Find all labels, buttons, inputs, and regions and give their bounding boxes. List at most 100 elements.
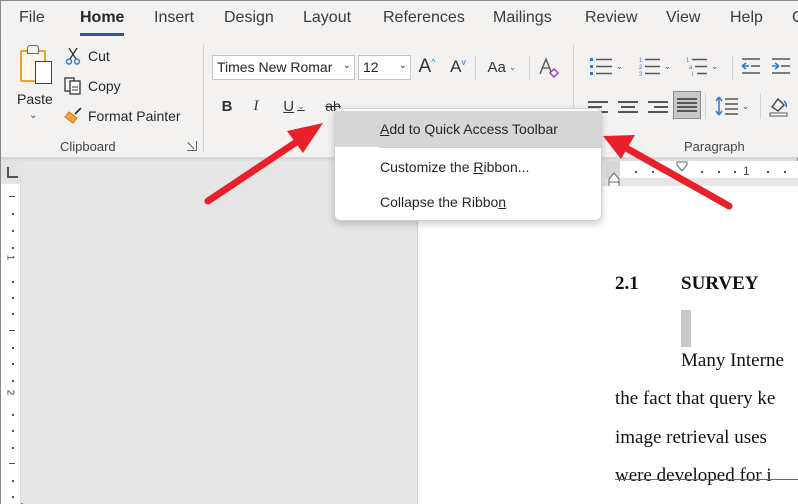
separator <box>475 56 476 80</box>
multilevel-list-icon: 1ai <box>686 58 707 76</box>
cut-button[interactable]: Cut <box>63 47 110 65</box>
body-line: Many Interne <box>681 350 784 371</box>
chevron-down-icon: ⌄ <box>710 60 719 71</box>
ruler-tick <box>12 297 14 299</box>
ruler-tick <box>635 171 637 173</box>
font-size-combobox[interactable]: 12 ⌄ <box>358 55 411 80</box>
grow-font-button[interactable]: A ^ <box>415 55 439 79</box>
font-name-value: Times New Romar <box>217 59 333 75</box>
first-line-indent-marker-icon[interactable] <box>676 161 688 173</box>
ruler-tick <box>12 447 14 449</box>
justify-icon <box>677 98 697 112</box>
ruler-tick <box>12 480 14 482</box>
ruler-tick <box>12 247 14 249</box>
tab-insert[interactable]: Insert <box>154 9 194 27</box>
bold-button[interactable]: B <box>217 95 237 117</box>
svg-text:i: i <box>692 72 693 76</box>
numbering-button[interactable]: 1 2 3 ⌄ <box>634 54 676 78</box>
shrink-font-icon: A <box>450 57 462 76</box>
multilevel-list-button[interactable]: 1 a i ⌄ <box>681 54 723 78</box>
shading-button[interactable] <box>766 93 792 119</box>
tab-more[interactable]: C <box>792 9 798 27</box>
ruler-number: 1 <box>4 254 16 261</box>
paste-button[interactable]: Paste ⌄ <box>11 42 59 130</box>
align-right-icon <box>648 101 668 113</box>
menu-item-customize-the-ribbon[interactable]: Customize the Ribbon... <box>335 149 601 185</box>
svg-text:1: 1 <box>639 58 643 64</box>
font-name-combobox[interactable]: Times New Romar ⌄ <box>212 55 355 80</box>
tab-view[interactable]: View <box>666 9 700 27</box>
change-case-icon: Aa <box>487 58 506 76</box>
shading-icon <box>769 97 788 117</box>
numbering-icon: 123 <box>639 58 660 76</box>
menu-item-label: Customize the <box>380 159 474 175</box>
ruler-tick <box>12 347 14 349</box>
clear-formatting-button[interactable] <box>536 54 560 80</box>
clipboard-dialog-launcher-icon[interactable] <box>187 141 197 151</box>
tab-help[interactable]: Help <box>730 9 763 27</box>
ruler-number: 1 <box>743 164 750 178</box>
justify-button[interactable] <box>673 91 701 119</box>
chevron-down-icon: ⌄ <box>663 60 672 71</box>
chevron-down-icon: ⌄ <box>741 100 750 111</box>
decrease-indent-icon <box>741 58 760 74</box>
menu-item-label: ibbon... <box>483 159 530 175</box>
body-line: image retrieval uses <box>615 427 767 448</box>
ribbon-context-menu: Add to Quick Access Toolbar Customize th… <box>334 108 602 221</box>
clipboard-group-label: Clipboard <box>60 139 116 154</box>
menu-item-add-to-quick-access-toolbar[interactable]: Add to Quick Access Toolbar <box>335 111 601 147</box>
underline-button[interactable]: U ⌄ <box>276 95 312 117</box>
tab-references[interactable]: References <box>383 9 465 27</box>
tab-layout[interactable]: Layout <box>303 9 351 27</box>
tab-home[interactable]: Home <box>80 9 125 36</box>
paragraph-group-label: Paragraph <box>684 139 745 154</box>
line-spacing-button[interactable]: ⌄ <box>711 93 753 119</box>
ruler-tick <box>12 281 14 283</box>
scissors-icon <box>63 47 83 65</box>
tab-selector-button[interactable] <box>1 161 23 183</box>
bullets-button[interactable]: ⌄ <box>585 54 627 78</box>
italic-button[interactable]: I <box>246 95 266 117</box>
clear-formatting-icon <box>539 57 559 78</box>
copy-icon <box>63 77 83 95</box>
grow-font-icon: A <box>418 56 432 77</box>
ruler-tick <box>718 171 720 173</box>
menu-item-collapse-the-ribbon[interactable]: Collapse the Ribbon <box>335 184 601 220</box>
separator <box>732 56 733 80</box>
underline-icon: U <box>283 97 295 115</box>
align-right-button[interactable] <box>645 94 671 120</box>
change-case-button[interactable]: Aa ⌄ <box>482 55 522 79</box>
vertical-ruler: 1 2 <box>1 184 21 504</box>
ruler-tick <box>701 171 703 173</box>
svg-text:1: 1 <box>686 58 690 64</box>
tab-file[interactable]: File <box>19 9 45 27</box>
tab-review[interactable]: Review <box>585 9 637 27</box>
document-page[interactable]: 2.1 SURVEY Many Interne the fact that qu… <box>417 186 798 504</box>
increase-indent-button[interactable] <box>769 54 793 78</box>
paste-doc-icon <box>35 61 52 84</box>
chevron-down-icon: ⌄ <box>398 60 407 71</box>
svg-text:a: a <box>689 65 693 71</box>
ruler-tick <box>734 171 736 173</box>
format-painter-icon <box>63 107 83 125</box>
tab-design[interactable]: Design <box>224 9 274 27</box>
svg-text:2: 2 <box>639 65 643 71</box>
copy-label: Copy <box>88 78 121 94</box>
ruler-number: 2 <box>4 389 16 396</box>
font-size-value: 12 <box>363 59 379 75</box>
heading-title: SURVEY <box>681 273 759 294</box>
format-painter-button[interactable]: Format Painter <box>63 107 181 125</box>
selection-highlight <box>681 310 691 347</box>
paste-label: Paste <box>17 91 53 107</box>
shrink-font-button[interactable]: Av <box>446 55 470 79</box>
ruler-tick <box>12 213 14 215</box>
menu-item-accelerator: n <box>498 194 507 210</box>
caret-up-icon: ^ <box>431 57 436 67</box>
tracked-change-strike <box>615 479 798 480</box>
menu-item-label: Collapse the Ribbo <box>380 194 499 210</box>
decrease-indent-button[interactable] <box>739 54 763 78</box>
tab-mailings[interactable]: Mailings <box>493 9 552 27</box>
copy-button[interactable]: Copy <box>63 77 121 95</box>
cut-label: Cut <box>88 48 110 64</box>
center-button[interactable] <box>615 94 641 120</box>
